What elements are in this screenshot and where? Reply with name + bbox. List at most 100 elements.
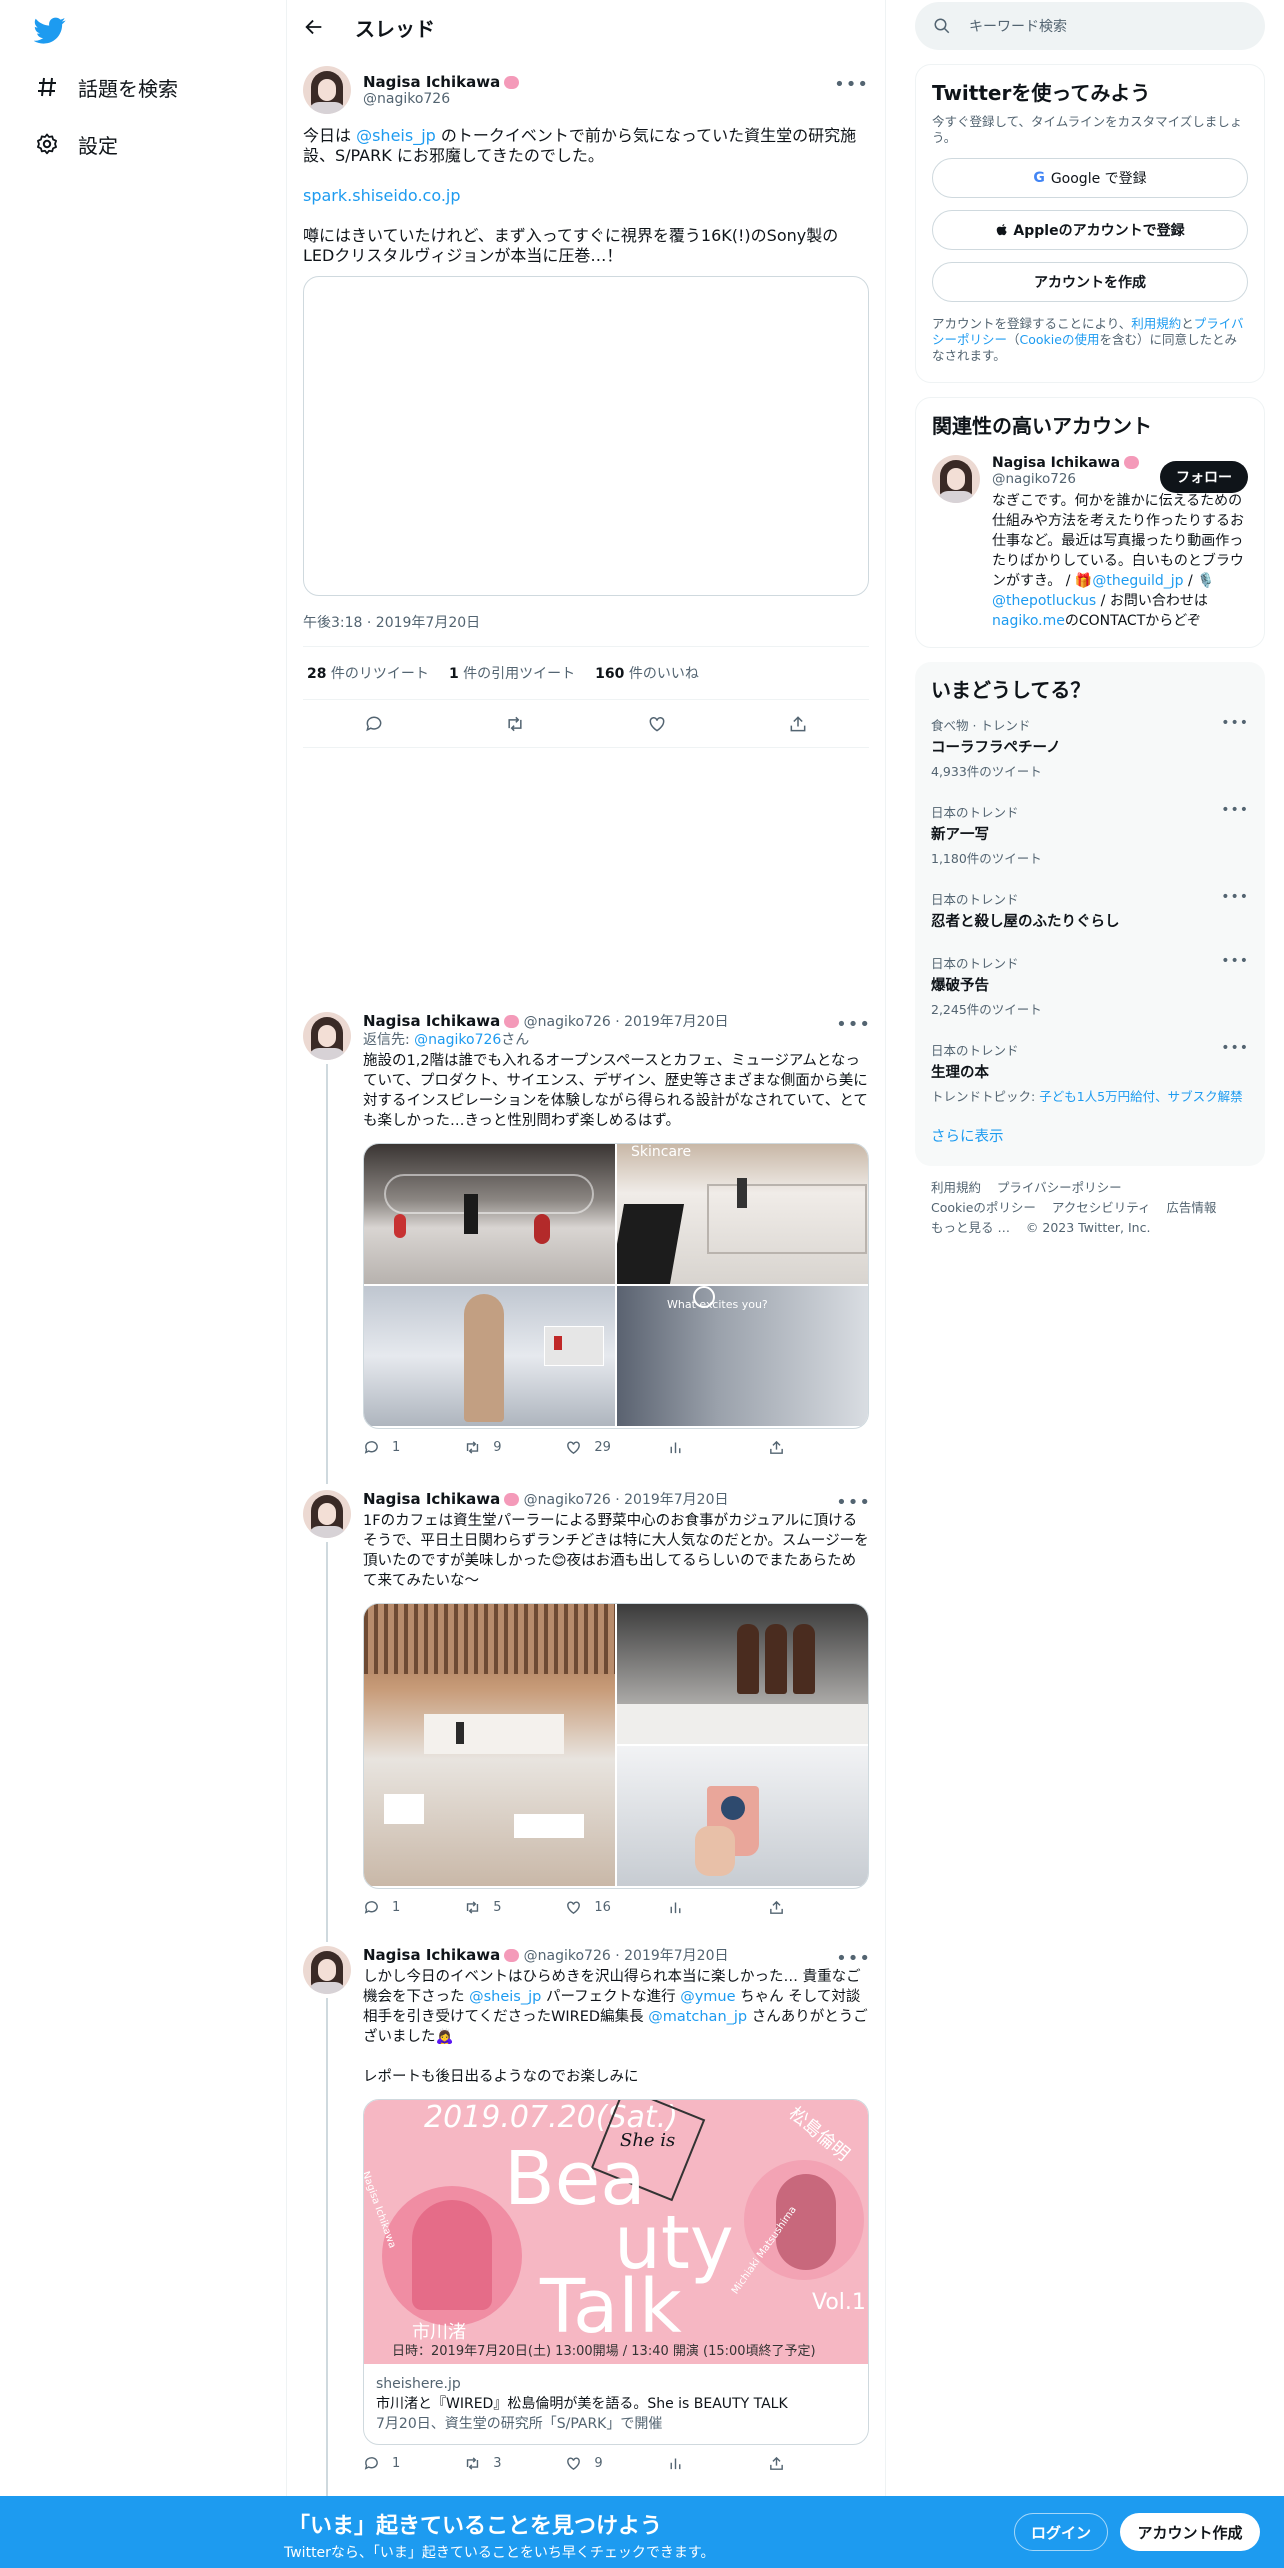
related-name[interactable]: Nagisa Ichikawa <box>992 455 1120 471</box>
footer-terms[interactable]: 利用規約 <box>931 1180 981 1195</box>
retweet-button[interactable]: 9 <box>464 1439 565 1456</box>
more-options-icon[interactable]: ••• <box>1221 889 1249 905</box>
retweet-button[interactable]: 5 <box>464 1899 565 1916</box>
tweet-meta[interactable]: @nagiko726 · 2019年7月20日 <box>524 1014 729 1030</box>
photo[interactable] <box>617 1604 868 1744</box>
footer-privacy[interactable]: プライバシーポリシー <box>997 1180 1122 1195</box>
url-link[interactable]: spark.shiseido.co.jp <box>303 186 461 205</box>
footer-accessibility[interactable]: アクセシビリティ <box>1052 1200 1151 1215</box>
url-link[interactable]: nagiko.me <box>992 613 1065 629</box>
avatar[interactable] <box>303 1490 351 1538</box>
author-name[interactable]: Nagisa Ichikawa <box>363 1490 500 1508</box>
footer-ads[interactable]: 広告情報 <box>1166 1200 1216 1215</box>
login-button[interactable]: ログイン <box>1014 2513 1108 2551</box>
photo[interactable] <box>617 1746 868 1886</box>
signup-box: Twitterを使ってみよう 今すぐ登録して、タイムラインをカスタマイズしましょ… <box>915 64 1265 383</box>
follow-button[interactable]: フォロー <box>1160 461 1248 493</box>
trend-item[interactable]: 日本のトレンド 生理の本 トレンドトピック: 子ども1人5万円給付、サブスク解禁 ••… <box>931 1028 1249 1115</box>
mention-link[interactable]: @nagiko726 <box>414 1032 501 1048</box>
more-options-icon[interactable]: ••• <box>1221 715 1249 731</box>
google-signup-button[interactable]: G Google で登録 <box>932 158 1248 198</box>
mention-link[interactable]: @sheis_jp <box>469 1989 541 2005</box>
share-icon[interactable] <box>768 1899 869 1916</box>
retweet-icon[interactable] <box>505 714 525 734</box>
footer-cookie[interactable]: Cookieのポリシー <box>931 1200 1036 1215</box>
author-name[interactable]: Nagisa Ichikawa <box>363 73 500 91</box>
trend-item[interactable]: 食べ物 · トレンド コーラフラペチーノ 4,933件のツイート ••• <box>931 703 1249 790</box>
footer-links: 利用規約 プライバシーポリシー Cookieのポリシー アクセシビリティ 広告情… <box>915 1166 1265 1250</box>
more-options-icon[interactable]: ••• <box>1221 953 1249 969</box>
tweet-meta[interactable]: @nagiko726 · 2019年7月20日 <box>524 1492 729 1508</box>
media-placeholder[interactable] <box>303 276 869 596</box>
avatar[interactable] <box>303 66 351 114</box>
author-name[interactable]: Nagisa Ichikawa <box>363 1012 500 1030</box>
photo[interactable] <box>364 1604 615 1886</box>
trend-item[interactable]: 日本のトレンド 爆破予告 2,245件のツイート ••• <box>931 941 1249 1028</box>
tweet-meta[interactable]: @nagiko726 · 2019年7月20日 <box>524 1948 729 1964</box>
reply-icon[interactable] <box>364 714 384 734</box>
right-sidebar: キーワード検索 Twitterを使ってみよう 今すぐ登録して、タイムラインをカス… <box>915 0 1265 1250</box>
more-options-icon[interactable]: ••• <box>1221 1040 1249 1056</box>
reply-tweet[interactable]: ••• Nagisa Ichikawa @nagiko726 · 2019年7月… <box>303 1490 871 1942</box>
signup-title: Twitterを使ってみよう <box>932 81 1151 105</box>
mention-link[interactable]: @thepotluckus <box>992 593 1096 609</box>
share-icon[interactable] <box>768 1439 869 1456</box>
more-options-icon[interactable]: ••• <box>1221 802 1249 818</box>
analytics-icon[interactable] <box>667 1439 768 1456</box>
apple-signup-button[interactable]: Appleのアカウントで登録 <box>932 210 1248 250</box>
nav-settings[interactable]: 設定 <box>34 122 118 166</box>
reply-actions: 1 5 16 <box>363 1899 869 1916</box>
author-handle[interactable]: @nagiko726 <box>363 91 519 107</box>
mention-link[interactable]: @ymue <box>680 1989 735 2005</box>
cookie-link[interactable]: Cookieの使用 <box>1020 332 1100 347</box>
terms-link[interactable]: 利用規約 <box>1131 316 1181 331</box>
quote-count[interactable]: 1 件の引用ツイート <box>449 663 575 683</box>
avatar[interactable] <box>932 455 980 503</box>
bottom-bar-subtitle: Twitterなら、「いま」起きていることをいち早くチェックできます。 <box>284 2545 715 2561</box>
author-name[interactable]: Nagisa Ichikawa <box>363 1946 500 1964</box>
mention-link[interactable]: @sheis_jp <box>356 126 436 145</box>
reply-button[interactable]: 1 <box>363 2455 464 2472</box>
trend-item[interactable]: 日本のトレンド 新ア一写 1,180件のツイート ••• <box>931 790 1249 877</box>
like-button[interactable]: 29 <box>565 1439 666 1456</box>
footer-more[interactable]: もっと見る … <box>931 1220 1010 1235</box>
avatar[interactable] <box>303 1946 351 1994</box>
reply-button[interactable]: 1 <box>363 1439 464 1456</box>
retweet-button[interactable]: 3 <box>464 2455 565 2472</box>
back-arrow-icon[interactable] <box>303 16 325 38</box>
reply-tweet[interactable]: ••• Nagisa Ichikawa @nagiko726 · 2019年7月… <box>303 1012 871 1484</box>
like-button[interactable]: 16 <box>565 1899 666 1916</box>
bottom-bar-title: 「いま」起きていることを見つけよう <box>288 2514 663 2539</box>
show-more-link[interactable]: さらに表示 <box>931 1129 1004 1145</box>
share-icon[interactable] <box>788 714 808 734</box>
nav-explore[interactable]: 話題を検索 <box>34 65 178 109</box>
twitter-logo-icon[interactable] <box>34 14 66 46</box>
like-button[interactable]: 9 <box>565 2455 666 2472</box>
share-icon[interactable] <box>768 2455 869 2472</box>
mention-link[interactable]: @matchan_jp <box>648 2009 747 2025</box>
reply-button[interactable]: 1 <box>363 1899 464 1916</box>
tweet-text: レポートも後日出るようなのでお楽しみに <box>363 2069 639 2085</box>
tweet-timestamp[interactable]: 午後3:18 · 2019年7月20日 <box>303 612 869 647</box>
mention-link[interactable]: @theguild_jp <box>1092 573 1183 589</box>
like-icon[interactable] <box>647 714 667 734</box>
trend-topic-link[interactable]: 子ども1人5万円給付、サブスク解禁 <box>1039 1089 1242 1104</box>
search-input[interactable]: キーワード検索 <box>915 2 1265 50</box>
tweet-text-part: 噂にはきいていたけれど、まず入ってすぐに視界を覆う16K(!)のSony製のLE… <box>303 226 839 265</box>
analytics-icon[interactable] <box>667 1899 768 1916</box>
photo[interactable] <box>364 1286 615 1426</box>
photo[interactable]: What excites you? <box>617 1286 868 1426</box>
reply-actions: 1 3 9 <box>363 2455 869 2472</box>
photo[interactable]: Skincare <box>617 1144 868 1284</box>
link-card[interactable]: 2019.07.20(Sat.) She is Bea uty Talk Vol… <box>363 2099 869 2445</box>
retweet-count[interactable]: 28 件のリツイート <box>307 663 429 683</box>
more-options-icon[interactable]: ••• <box>834 74 869 95</box>
like-count[interactable]: 160 件のいいね <box>595 663 699 683</box>
analytics-icon[interactable] <box>667 2455 768 2472</box>
photo[interactable] <box>364 1144 615 1284</box>
avatar[interactable] <box>303 1012 351 1060</box>
trend-item[interactable]: 日本のトレンド 忍者と殺し屋のふたりぐらし ••• <box>931 877 1249 941</box>
signup-button[interactable]: アカウント作成 <box>1120 2513 1260 2551</box>
create-account-button[interactable]: アカウントを作成 <box>932 262 1248 302</box>
reply-tweet[interactable]: ••• Nagisa Ichikawa @nagiko726 · 2019年7月… <box>303 1946 871 2498</box>
